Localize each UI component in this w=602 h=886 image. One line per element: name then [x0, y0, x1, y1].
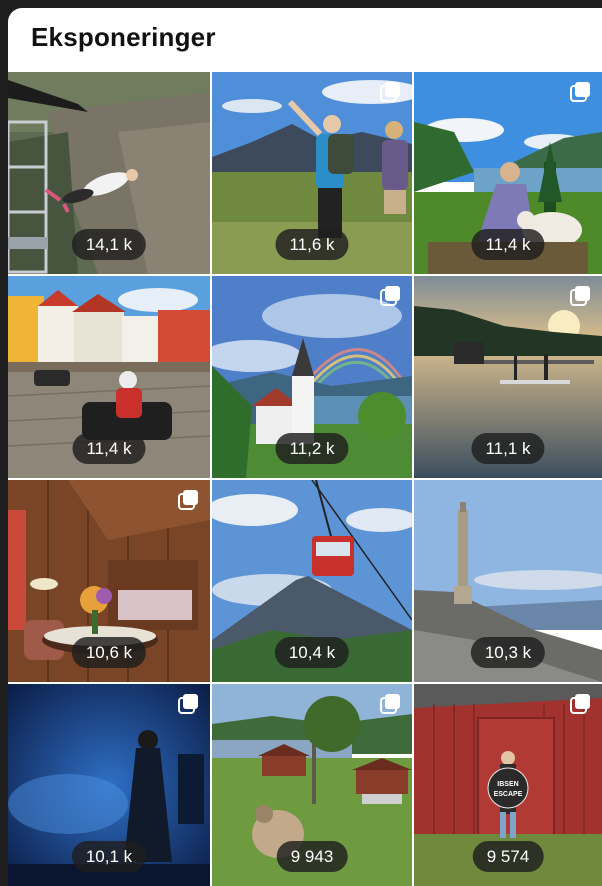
post-tile-1[interactable]: 14,1 k — [8, 72, 210, 274]
multiple-photos-icon — [178, 694, 198, 714]
impressions-count: 11,4 k — [72, 433, 146, 464]
post-tile-3[interactable]: 11,4 k — [414, 72, 602, 274]
impressions-count: 9 943 — [276, 841, 348, 872]
page-title: Eksponeringer — [31, 22, 216, 52]
post-tile-7[interactable]: 10,6 k — [8, 480, 210, 682]
impressions-count: 11,6 k — [275, 229, 349, 260]
post-tile-11[interactable]: 9 943 — [212, 684, 412, 886]
multiple-photos-icon — [570, 82, 590, 102]
post-tile-6[interactable]: 11,1 k — [414, 276, 602, 478]
post-grid: 14,1 k 11,6 k 11,4 k 11,4 k 11,2 k 11,1 … — [8, 72, 602, 886]
multiple-photos-icon — [380, 286, 400, 306]
multiple-photos-icon — [178, 490, 198, 510]
sign-text-line2: ESCAPE — [494, 791, 523, 798]
post-tile-5[interactable]: 11,2 k — [212, 276, 412, 478]
post-tile-2[interactable]: 11,6 k — [212, 72, 412, 274]
sign-text-line1: IBSEN — [497, 781, 518, 788]
post-tile-9[interactable]: 10,3 k — [414, 480, 602, 682]
impressions-count: 10,4 k — [274, 637, 350, 668]
post-tile-8[interactable]: 10,4 k — [212, 480, 412, 682]
impressions-count: 11,4 k — [471, 229, 545, 260]
window-frame: Eksponeringer 14,1 k 11,6 k 11,4 k 11,4 … — [0, 0, 602, 886]
header: Eksponeringer — [8, 8, 602, 72]
post-tile-10[interactable]: 10,1 k — [8, 684, 210, 886]
impressions-count: 11,1 k — [471, 433, 545, 464]
multiple-photos-icon — [380, 82, 400, 102]
impressions-count: 10,3 k — [470, 637, 546, 668]
impressions-count: 14,1 k — [71, 229, 147, 260]
multiple-photos-icon — [570, 694, 590, 714]
impressions-count: 9 574 — [472, 841, 544, 872]
post-tile-12[interactable]: IBSEN ESCAPE 9 574 — [414, 684, 602, 886]
multiple-photos-icon — [570, 286, 590, 306]
multiple-photos-icon — [380, 694, 400, 714]
insights-sheet: Eksponeringer 14,1 k 11,6 k 11,4 k 11,4 … — [8, 8, 602, 886]
impressions-count: 10,1 k — [71, 841, 147, 872]
post-tile-4[interactable]: 11,4 k — [8, 276, 210, 478]
impressions-count: 10,6 k — [71, 637, 147, 668]
impressions-count: 11,2 k — [275, 433, 349, 464]
